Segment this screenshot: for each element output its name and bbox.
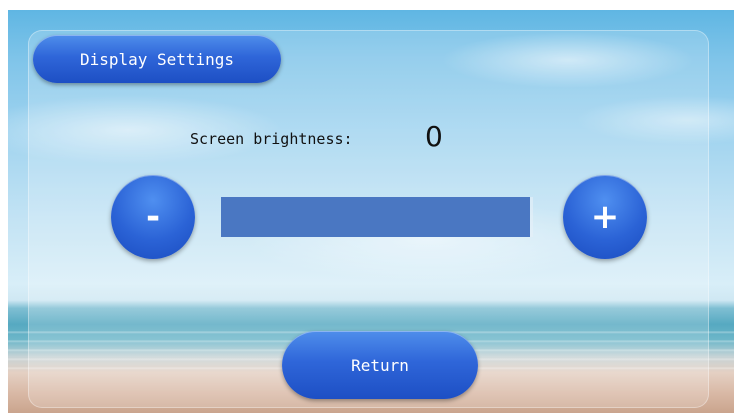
minus-icon: - (145, 197, 161, 237)
plus-icon: + (590, 197, 620, 237)
return-button[interactable]: Return (282, 331, 478, 399)
brightness-label: Screen brightness: (190, 130, 353, 148)
brightness-value: 0 (425, 120, 443, 153)
increase-brightness-button[interactable]: + (563, 175, 647, 259)
page-title: Display Settings (79, 49, 235, 69)
display-settings-title: Display Settings (33, 35, 281, 83)
return-label: Return (351, 355, 409, 375)
brightness-bar-fill (221, 197, 530, 237)
brightness-bar[interactable] (221, 197, 533, 237)
display-settings-screen: Display Settings Screen brightness: 0 - … (0, 0, 734, 413)
decrease-brightness-button[interactable]: - (111, 175, 195, 259)
